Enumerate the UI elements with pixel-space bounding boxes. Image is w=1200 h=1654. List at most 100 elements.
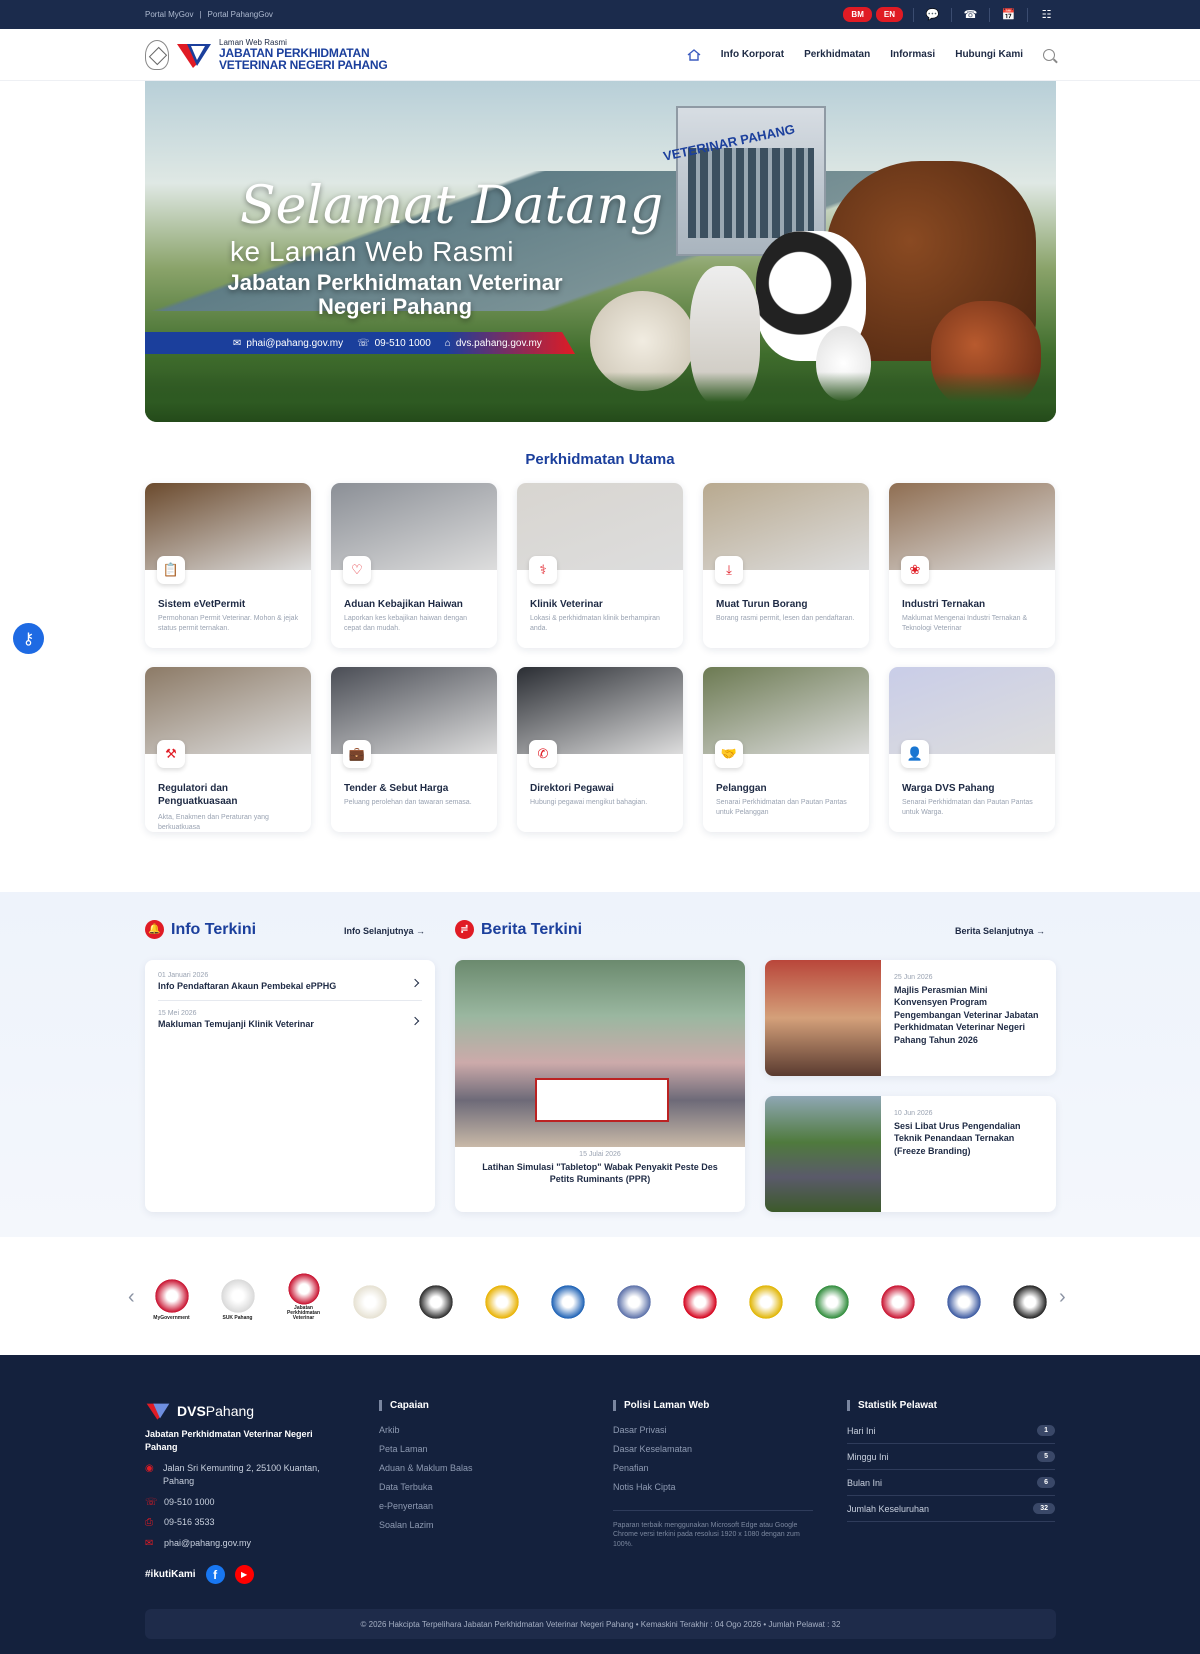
crest-icon bbox=[547, 1283, 588, 1321]
service-card[interactable]: ⚕ Klinik Veterinar Lokasi & perkhidmatan k… bbox=[517, 483, 683, 648]
nav-perkhidmatan[interactable]: Perkhidmatan bbox=[804, 49, 870, 60]
info-item-title: Makluman Temujanji Klinik Veterinar bbox=[158, 1019, 314, 1029]
service-card-title: Tender & Sebut Harga bbox=[344, 783, 449, 794]
hero-subtitle: ke Laman Web Rasmi bbox=[230, 236, 514, 267]
footer-link[interactable]: Soalan Lazim bbox=[379, 1520, 473, 1530]
hero-email[interactable]: ✉ phai@pahang.gov.my bbox=[233, 338, 343, 349]
service-card[interactable]: ✆ Direktori Pegawai Hubungi pegawai mengik… bbox=[517, 667, 683, 832]
service-card-desc: Senarai Perkhidmatan dan Pautan Pantas u… bbox=[716, 799, 847, 816]
contact-icon[interactable]: ☎ bbox=[951, 7, 979, 22]
news-side-title: Majlis Perasmian Mini Konvensyen Program… bbox=[894, 985, 1039, 1045]
news-side-date: 10 Jun 2026 bbox=[894, 1110, 933, 1117]
footer-email[interactable]: ✉ phai@pahang.gov.my bbox=[145, 1537, 251, 1552]
info-header: 🔔 Info Terkini bbox=[145, 920, 256, 939]
nav-hubungi-kami[interactable]: Hubungi Kami bbox=[955, 49, 1023, 60]
location-icon: ◉ bbox=[145, 1463, 154, 1474]
portal-pahanggov-link[interactable]: Portal PahangGov bbox=[208, 10, 273, 19]
info-more-link[interactable]: Info Selanjutnya → bbox=[344, 926, 425, 936]
hero-phone[interactable]: ☏ 09-510 1000 bbox=[357, 338, 431, 349]
services-grid: 📋 Sistem eVetPermit Permohonan Permit Vete… bbox=[145, 483, 1056, 832]
partner-logo[interactable] bbox=[542, 1273, 593, 1321]
service-card[interactable]: 📋 Sistem eVetPermit Permohonan Permit Vete… bbox=[145, 483, 311, 648]
news-side-date: 25 Jun 2026 bbox=[894, 974, 933, 981]
lang-bm-button[interactable]: BM bbox=[843, 7, 872, 22]
search-icon[interactable] bbox=[1043, 48, 1055, 61]
polisi-title: Polisi Laman Web bbox=[613, 1400, 813, 1411]
service-card[interactable]: ❀ Industri Ternakan Maklumat Mengenai Indu… bbox=[889, 483, 1055, 648]
hero-web[interactable]: ⌂ dvs.pahang.gov.my bbox=[445, 338, 542, 349]
footer-statistik: Statistik Pelawat Hari Ini 1 Minggu Ini 5 Bu… bbox=[847, 1400, 1055, 1529]
footer-brand: DVSPahang bbox=[177, 1403, 255, 1419]
footer-link[interactable]: Peta Laman bbox=[379, 1444, 473, 1454]
footer-link[interactable]: e-Penyertaan bbox=[379, 1501, 473, 1511]
partner-logo[interactable] bbox=[410, 1273, 461, 1321]
info-item[interactable]: 15 Mei 2026 Makluman Temujanji Klinik Ve… bbox=[158, 1010, 422, 1038]
info-item[interactable]: 01 Januari 2026 Info Pendaftaran Akaun P… bbox=[158, 972, 422, 1001]
portal-mygov-link[interactable]: Portal MyGov bbox=[145, 10, 193, 19]
footer-link[interactable]: Arkib bbox=[379, 1425, 473, 1435]
youtube-icon[interactable]: ▶ bbox=[234, 1565, 254, 1584]
calendar-icon[interactable]: 📅 bbox=[989, 7, 1017, 22]
service-card-desc: Laporkan kes kebajikan haiwan dengan cep… bbox=[344, 615, 467, 632]
stat-label: Jumlah Keseluruhan bbox=[847, 1503, 930, 1514]
footer-logo: DVSPahang bbox=[145, 1401, 254, 1421]
logo-title-line1: JABATAN PERKHIDMATAN bbox=[219, 45, 370, 60]
partner-logo[interactable] bbox=[806, 1273, 857, 1321]
stethoscope-icon: ⚕ bbox=[529, 556, 557, 584]
partner-logo[interactable]: SUK Pahang bbox=[212, 1273, 263, 1321]
nav-informasi[interactable]: Informasi bbox=[890, 49, 935, 60]
service-card-desc: Maklumat Mengenai Industri Ternakan & Te… bbox=[902, 615, 1028, 632]
partner-logo[interactable] bbox=[674, 1273, 725, 1321]
footer-link[interactable]: Dasar Keselamatan bbox=[613, 1444, 813, 1454]
crest-icon bbox=[943, 1283, 984, 1321]
partner-logo[interactable] bbox=[608, 1273, 659, 1321]
accessibility-icon[interactable]: ⚷ bbox=[13, 623, 44, 654]
partner-logo[interactable] bbox=[1004, 1273, 1055, 1321]
partner-logo[interactable]: MyGovernment bbox=[146, 1273, 197, 1321]
home-icon[interactable] bbox=[687, 48, 701, 61]
news-main-card[interactable]: 15 Julai 2026 Latihan Simulasi "Tabletop… bbox=[455, 960, 745, 1212]
partner-logo[interactable] bbox=[344, 1273, 395, 1321]
lang-en-button[interactable]: EN bbox=[875, 7, 903, 22]
handshake-icon: 🤝 bbox=[715, 740, 743, 768]
sitemap-icon[interactable]: ☷ bbox=[1027, 7, 1055, 22]
partner-logo[interactable] bbox=[476, 1273, 527, 1321]
news-side-card[interactable]: 10 Jun 2026 Sesi Libat Urus Pengendalian… bbox=[765, 1096, 1056, 1212]
footer-link[interactable]: Penafian bbox=[613, 1463, 813, 1473]
main-header: Laman Web Rasmi JABATAN PERKHIDMATAN VET… bbox=[0, 29, 1200, 81]
footer-link[interactable]: Dasar Privasi bbox=[613, 1425, 813, 1435]
partner-logo[interactable] bbox=[740, 1273, 791, 1321]
bell-icon: 🔔 bbox=[145, 920, 164, 939]
service-card[interactable]: 💼 Tender & Sebut Harga Peluang perolehan d… bbox=[331, 667, 497, 832]
paw-icon: ❀ bbox=[901, 556, 929, 584]
feedback-icon[interactable]: 💬 bbox=[913, 7, 941, 22]
chevron-right-icon[interactable]: › bbox=[1059, 1286, 1073, 1309]
partner-logos: ‹ MyGovernment SUK Pahang Jabatan Perkhidm… bbox=[128, 1272, 1073, 1322]
service-card[interactable]: ♡ Aduan Kebajikan Haiwan Laporkan kes keba… bbox=[331, 483, 497, 648]
footer-link[interactable]: Data Terbuka bbox=[379, 1482, 473, 1492]
nav-info-korporat[interactable]: Info Korporat bbox=[721, 49, 784, 60]
logo-text: Laman Web Rasmi JABATAN PERKHIDMATAN VET… bbox=[219, 38, 388, 71]
partner-logo[interactable] bbox=[872, 1273, 923, 1321]
crest-icon bbox=[349, 1283, 390, 1321]
footer-link[interactable]: Aduan & Maklum Balas bbox=[379, 1463, 473, 1473]
news-more-link[interactable]: Berita Selanjutnya → bbox=[955, 926, 1045, 936]
mail-icon: ✉ bbox=[233, 337, 242, 349]
chevron-left-icon[interactable]: ‹ bbox=[128, 1286, 142, 1309]
partner-logo[interactable]: Jabatan Perkhidmatan Veterinar bbox=[278, 1273, 329, 1321]
service-card[interactable]: ⚒ Regulatori dan Penguatkuasaan Akta, Enak… bbox=[145, 667, 311, 832]
partner-logo[interactable] bbox=[938, 1273, 989, 1321]
service-card[interactable]: 👤 Warga DVS Pahang Senarai Perkhidmatan da… bbox=[889, 667, 1055, 832]
phone-icon: ☏ bbox=[357, 337, 370, 349]
site-logo[interactable]: Laman Web Rasmi JABATAN PERKHIDMATAN VET… bbox=[145, 38, 388, 71]
services-title: Perkhidmatan Utama bbox=[525, 451, 675, 468]
crest-icon bbox=[283, 1273, 324, 1305]
service-card[interactable]: ⤓ Muat Turun Borang Borang rasmi permit, l… bbox=[703, 483, 869, 648]
info-item-title: Info Pendaftaran Akaun Pembekal ePPHG bbox=[158, 981, 337, 991]
news-side-card[interactable]: 25 Jun 2026 Majlis Perasmian Mini Konven… bbox=[765, 960, 1056, 1076]
briefcase-icon: 💼 bbox=[343, 740, 371, 768]
service-card[interactable]: 🤝 Pelanggan Senarai Perkhidmatan dan Pauta… bbox=[703, 667, 869, 832]
facebook-icon[interactable]: f bbox=[205, 1565, 225, 1584]
footer-link[interactable]: Notis Hak Cipta bbox=[613, 1482, 813, 1492]
news-main-date: 15 Julai 2026 bbox=[579, 1151, 621, 1158]
